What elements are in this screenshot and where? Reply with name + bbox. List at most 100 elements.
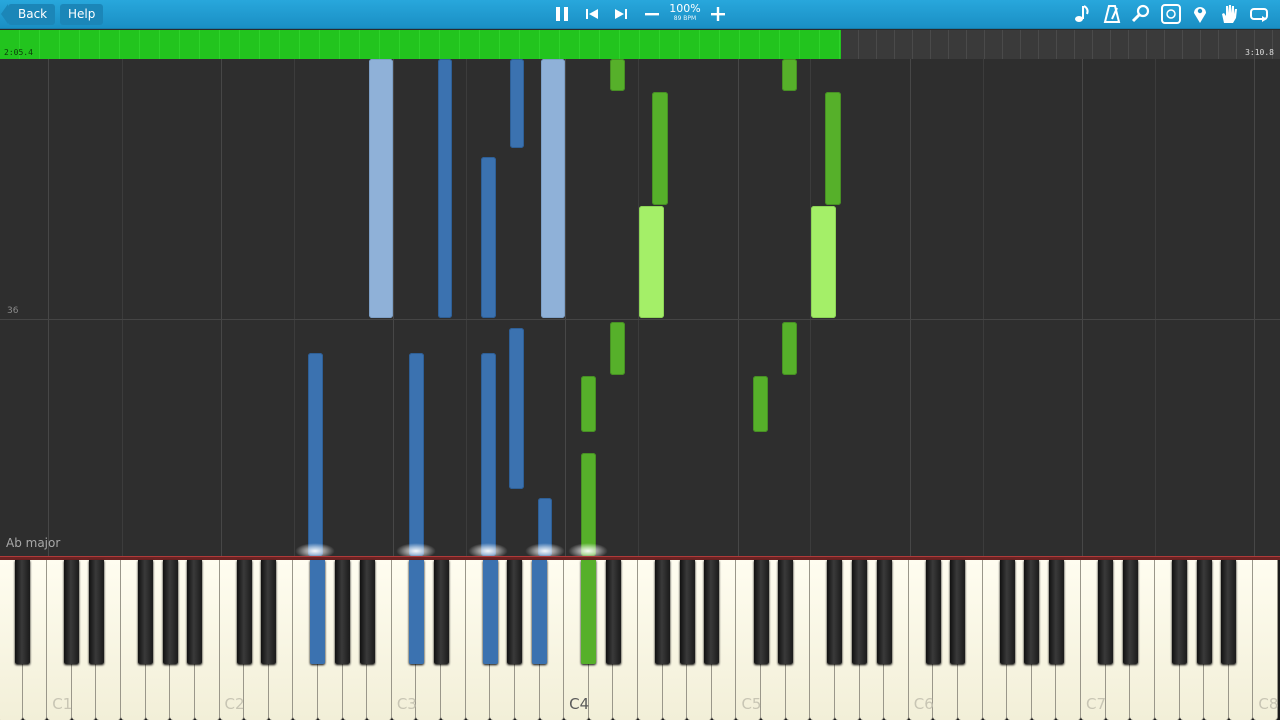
black-key-dsharp7[interactable] [1122,560,1138,664]
black-key-csharp3[interactable] [408,560,424,664]
key-signature-label: Ab major [6,536,61,550]
note-right-hand [782,59,797,91]
hand-icon[interactable] [1218,3,1240,25]
octave-gridline [910,59,911,556]
note-left-hand [409,353,424,556]
black-key-dsharp2[interactable] [261,560,277,664]
black-key-dsharp5[interactable] [778,560,794,664]
gridline [122,59,123,556]
note-icon[interactable] [1071,3,1093,25]
black-key-asharp2[interactable] [359,560,375,664]
black-key-dsharp3[interactable] [433,560,449,664]
note-left-hand [369,59,393,318]
note-left-hand [509,328,524,489]
octave-gridline [565,59,566,556]
black-key-csharp2[interactable] [236,560,252,664]
note-right-hand [610,322,625,375]
note-right-hand [753,376,768,432]
black-key-fsharp7[interactable] [1172,560,1188,664]
black-key-csharp7[interactable] [1098,560,1114,664]
black-key-asharp0[interactable] [15,560,31,664]
gridline [294,59,295,556]
black-key-csharp5[interactable] [753,560,769,664]
black-key-csharp1[interactable] [64,560,80,664]
black-key-dsharp1[interactable] [88,560,104,664]
black-key-asharp4[interactable] [704,560,720,664]
octave-label-c5: C5 [741,695,762,713]
octave-label-c7: C7 [1086,695,1107,713]
pause-icon[interactable] [551,3,573,25]
speed-increase-icon[interactable] [707,3,729,25]
skip-next-icon[interactable] [610,3,632,25]
total-time: 3:10.8 [1245,48,1274,57]
black-key-fsharp5[interactable] [827,560,843,664]
black-key-gsharp3[interactable] [507,560,523,664]
search-icon[interactable] [1130,3,1152,25]
help-button[interactable]: Help [60,4,104,25]
black-key-asharp5[interactable] [876,560,892,664]
black-key-fsharp1[interactable] [138,560,154,664]
octave-label-c3: C3 [396,695,417,713]
synthesia-player: Back Help 100% 89 BPM 2:05.4 3:10.8 36 A… [0,0,1280,720]
back-button[interactable]: Back [0,4,56,25]
octave-gridline [393,59,394,556]
black-key-dsharp6[interactable] [950,560,966,664]
black-key-asharp1[interactable] [187,560,203,664]
note-left-hand [308,353,323,556]
loop-icon[interactable] [1160,3,1182,25]
note-left-hand [481,157,496,318]
gridline [466,59,467,556]
black-key-gsharp1[interactable] [162,560,178,664]
speed-readout: 100% 89 BPM [665,3,705,23]
tempo-bpm: 89 BPM [673,15,697,22]
note-right-hand [581,453,596,556]
octave-label-c4: C4 [569,695,590,713]
black-key-asharp7[interactable] [1221,560,1237,664]
black-key-gsharp6[interactable] [1024,560,1040,664]
black-key-csharp4[interactable] [581,560,597,664]
black-key-gsharp2[interactable] [335,560,351,664]
top-toolbar: Back Help 100% 89 BPM [0,0,1280,29]
gridline [983,59,984,556]
note-left-hand [481,353,496,556]
note-falling-area: 36 Ab major [0,59,1280,559]
black-key-fsharp2[interactable] [310,560,326,664]
measure-line [0,319,1280,320]
note-left-hand [438,59,452,318]
black-key-gsharp4[interactable] [679,560,695,664]
gridline [1155,59,1156,556]
measure-number: 36 [7,306,19,316]
note-right-hand [782,322,797,375]
octave-label-c2: C2 [224,695,245,713]
note-right-hand [581,376,596,432]
note-right-hand [639,206,664,318]
speed-decrease-icon[interactable] [641,3,663,25]
note-left-hand [541,59,565,318]
note-right-hand [825,92,841,205]
black-key-csharp6[interactable] [925,560,941,664]
black-key-fsharp6[interactable] [999,560,1015,664]
marker-pin-icon[interactable] [1189,3,1211,25]
progress-remaining [840,30,1280,59]
black-key-gsharp7[interactable] [1196,560,1212,664]
octave-gridline [738,59,739,556]
note-left-hand [510,59,524,148]
note-right-hand [811,206,836,318]
black-key-fsharp3[interactable] [482,560,498,664]
octave-gridline [1082,59,1083,556]
repeat-icon[interactable] [1248,3,1270,25]
song-progress-bar[interactable]: 2:05.4 3:10.8 [0,30,1280,59]
black-key-gsharp5[interactable] [852,560,868,664]
octave-label-c6: C6 [913,695,934,713]
black-key-asharp3[interactable] [532,560,548,664]
note-right-hand [652,92,668,205]
octave-gridline [48,59,49,556]
note-right-hand [610,59,625,91]
black-key-dsharp4[interactable] [605,560,621,664]
black-key-asharp6[interactable] [1048,560,1064,664]
octave-label-c8: C8 [1258,695,1279,713]
black-key-fsharp4[interactable] [655,560,671,664]
metronome-icon[interactable] [1101,3,1123,25]
skip-previous-icon[interactable] [581,3,603,25]
current-time: 2:05.4 [4,48,33,57]
